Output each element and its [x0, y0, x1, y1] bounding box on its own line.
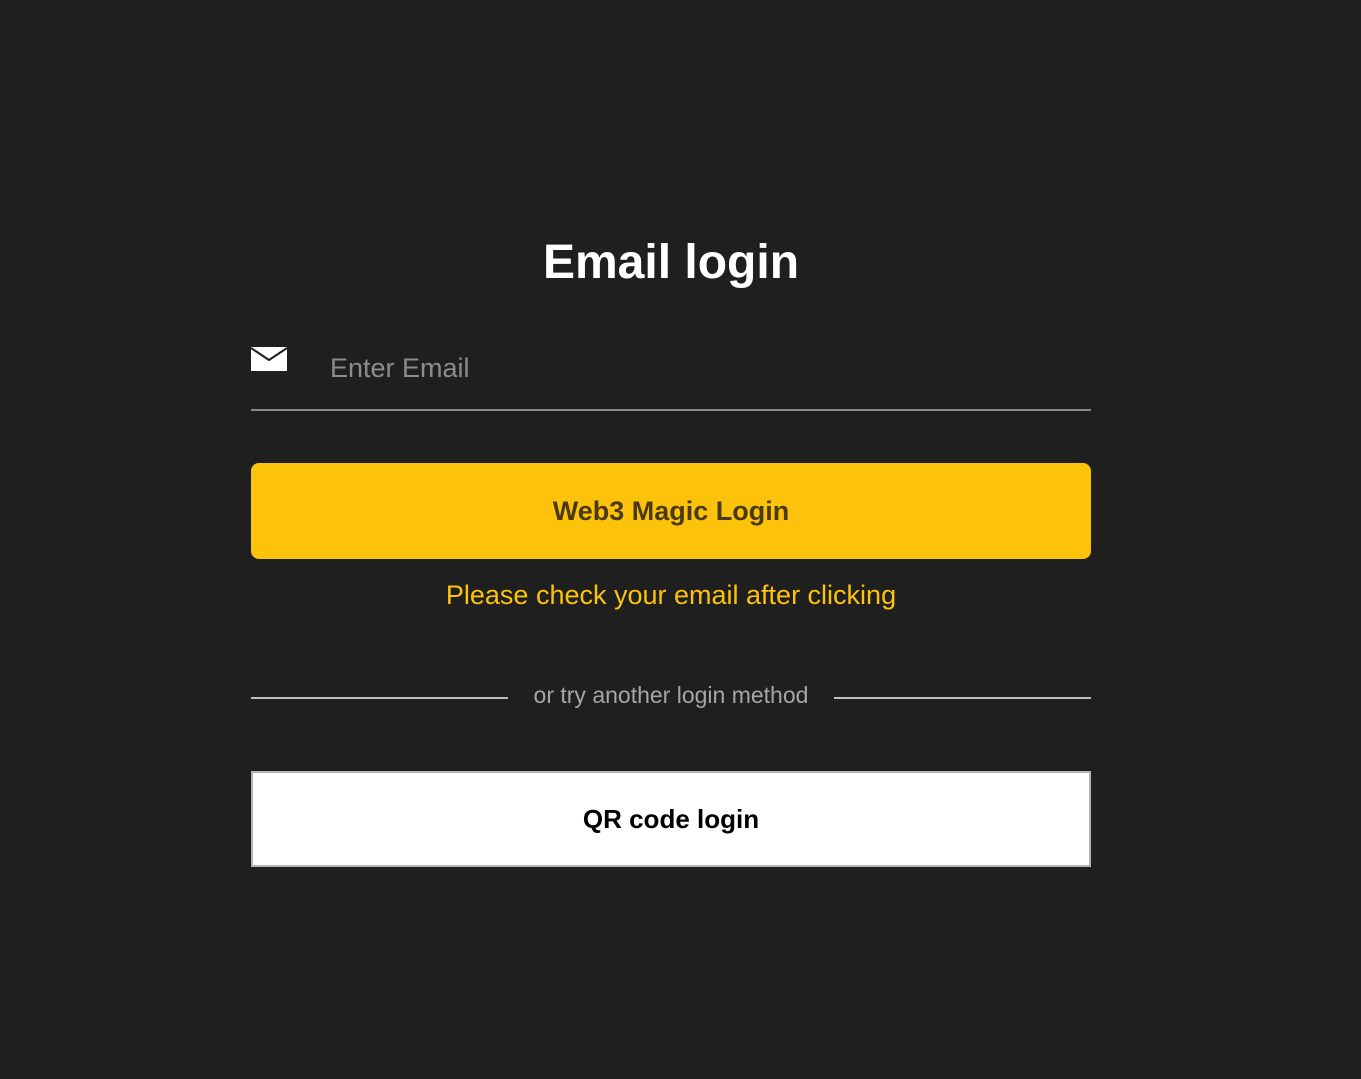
check-email-hint: Please check your email after clicking: [445, 580, 897, 610]
email-input[interactable]: [330, 348, 1070, 388]
divider-line-left: [251, 697, 508, 699]
page-title: Email login: [542, 236, 800, 289]
email-login-panel: Email login Web3 Magic Login Please chec…: [251, 0, 1091, 1079]
qr-code-login-button[interactable]: QR code login: [251, 771, 1091, 867]
email-field-row: [251, 336, 1091, 411]
web3-magic-login-button[interactable]: Web3 Magic Login: [251, 463, 1091, 559]
divider-line-right: [834, 697, 1091, 699]
divider-text: or try another login method: [533, 682, 809, 708]
mail-icon: [251, 347, 287, 371]
